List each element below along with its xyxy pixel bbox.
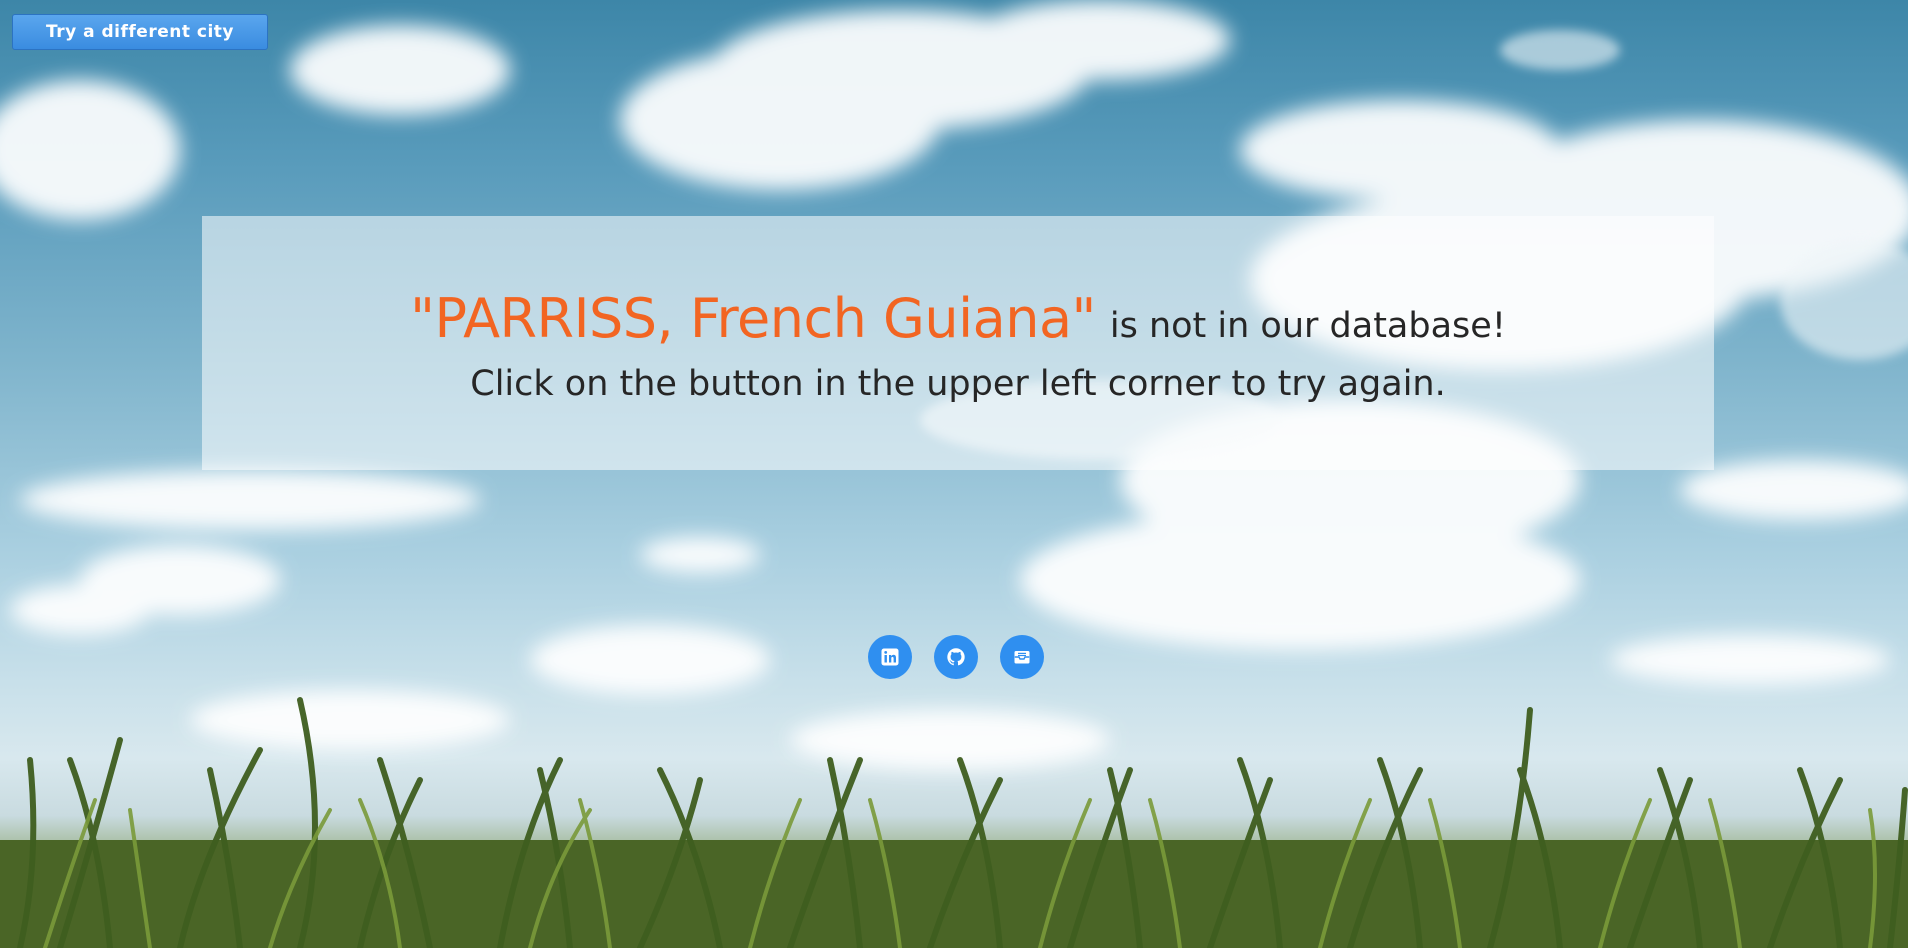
city-name: "PARRISS, French Guiana" xyxy=(410,286,1096,350)
error-heading: "PARRISS, French Guiana" is not in our d… xyxy=(410,287,1506,350)
linkedin-button[interactable] xyxy=(868,635,912,679)
github-button[interactable] xyxy=(934,635,978,679)
instruction-text: Click on the button in the upper left co… xyxy=(470,363,1446,404)
email-button[interactable] xyxy=(1000,635,1044,679)
github-icon xyxy=(947,648,965,666)
social-links xyxy=(868,635,1044,679)
message-panel: "PARRISS, French Guiana" is not in our d… xyxy=(202,216,1714,470)
try-different-city-button[interactable]: Try a different city xyxy=(12,14,268,50)
linkedin-icon xyxy=(881,648,899,666)
sky-and-field-background xyxy=(0,0,1908,948)
email-icon xyxy=(1014,651,1030,664)
not-in-database-text: is not in our database! xyxy=(1109,305,1506,346)
background-scene: Try a different city "PARRISS, French Gu… xyxy=(0,0,1908,948)
